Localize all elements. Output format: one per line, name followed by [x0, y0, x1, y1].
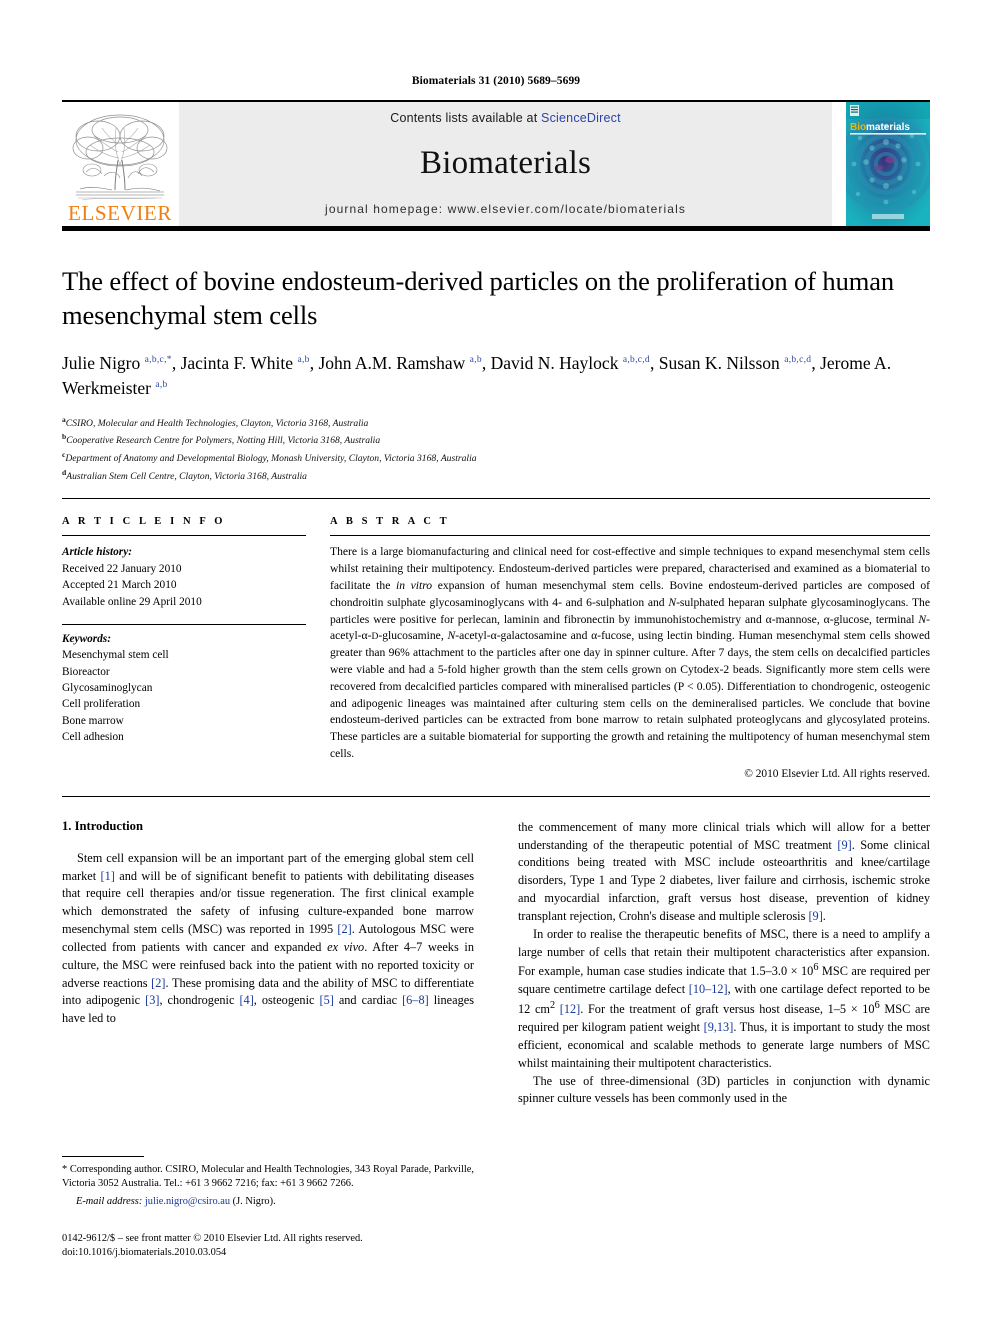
citation-ref[interactable]: [2]	[151, 976, 165, 990]
citation-ref[interactable]: [9,13]	[704, 1020, 734, 1034]
affiliation-text: CSIRO, Molecular and Health Technologies…	[65, 417, 369, 429]
affiliation-text: Cooperative Research Centre for Polymers…	[66, 435, 381, 447]
article-history-label: Article history:	[62, 546, 132, 559]
divider	[62, 623, 306, 625]
citation-ref[interactable]: [1]	[101, 869, 115, 883]
citation-ref[interactable]: [3]	[145, 993, 159, 1007]
keyword-list: Mesenchymal stem cell Bioreactor Glycosami…	[62, 647, 306, 745]
keyword-item: Cell adhesion	[62, 731, 124, 744]
author-affiliation-marks: a,b,c,d	[784, 354, 812, 365]
journal-homepage-link[interactable]: journal homepage: www.elsevier.com/locat…	[325, 202, 686, 216]
author-affiliation-marks: a,b	[297, 354, 310, 365]
divider	[62, 535, 306, 537]
abstract-column: A B S T R A C T There is a large biomanu…	[330, 516, 930, 780]
author-name: David N. Haylock	[490, 352, 623, 373]
affiliation-text: Australian Stem Cell Centre, Clayton, Vi…	[66, 470, 307, 482]
doi-line: doi:10.1016/j.biomaterials.2010.03.054	[62, 1247, 227, 1259]
author-affiliation-marks: a,b	[469, 354, 482, 365]
issn-copyright-block: 0142-9612/$ – see front matter © 2010 El…	[62, 1232, 474, 1261]
citation-ref[interactable]: [9]	[837, 838, 851, 852]
author-affiliation-marks: a,b,c,d	[622, 354, 650, 365]
citation-ref[interactable]: [4]	[239, 993, 253, 1007]
section-heading-introduction: 1. Introduction	[62, 818, 143, 833]
affiliation-item: aCSIRO, Molecular and Health Technologie…	[62, 414, 930, 432]
author-name: John A.M. Ramshaw	[318, 352, 470, 373]
keyword-item: Bone marrow	[62, 714, 124, 727]
journal-cover-thumbnail: Bio materials	[846, 102, 930, 226]
citation-ref[interactable]: [2]	[337, 922, 351, 936]
affiliation-text: Department of Anatomy and Developmental …	[65, 453, 477, 465]
svg-text:materials: materials	[866, 122, 910, 133]
article-history-lines: Received 22 January 2010 Accepted 21 Marc…	[62, 561, 306, 610]
footnote-area: * Corresponding author. CSIRO, Molecular…	[62, 1155, 474, 1261]
affiliation-list: aCSIRO, Molecular and Health Technologie…	[62, 414, 930, 485]
svg-text:Bio: Bio	[850, 122, 866, 133]
contents-available-line: Contents lists available at ScienceDirec…	[390, 111, 621, 125]
contents-prefix-text: Contents lists available at	[390, 111, 542, 125]
article-info-heading: A R T I C L E I N F O	[62, 516, 226, 528]
article-info-column: A R T I C L E I N F O Article history: R…	[62, 516, 330, 779]
affiliation-item: dAustralian Stem Cell Centre, Clayton, V…	[62, 467, 930, 485]
masthead-bottom-rule	[62, 226, 930, 231]
author-name: Jacinta F. White	[180, 352, 298, 373]
email-owner: (J. Nigro).	[232, 1196, 276, 1208]
article-page: Biomaterials 31 (2010) 5689–5699 ELSEVIE…	[0, 0, 992, 1323]
citation-ref[interactable]: [6–8]	[402, 993, 429, 1007]
title-block: The effect of bovine endosteum-derived p…	[62, 265, 930, 484]
abstract-heading: A B S T R A C T	[330, 516, 450, 528]
divider	[330, 535, 930, 537]
keywords-label: Keywords:	[62, 632, 111, 645]
author-list: Julie Nigro a,b,c,*, Jacinta F. White a,…	[62, 352, 892, 398]
email-note: E-mail address: julie.nigro@csiro.au (J.…	[62, 1195, 474, 1210]
paragraph: Stem cell expansion will be an important…	[62, 850, 475, 1026]
affiliation-item: cDepartment of Anatomy and Developmental…	[62, 449, 930, 467]
author-name: Julie Nigro	[62, 352, 145, 373]
elsevier-wordmark: ELSEVIER	[68, 201, 172, 225]
author-affiliation-marks: a,b	[155, 379, 168, 390]
elsevier-logo: ELSEVIER	[62, 102, 178, 226]
page-title: The effect of bovine endosteum-derived p…	[62, 266, 895, 330]
keyword-item: Cell proliferation	[62, 698, 141, 711]
sciencedirect-link[interactable]: ScienceDirect	[541, 111, 621, 125]
footnote-divider	[62, 1155, 144, 1157]
citation-ref[interactable]: [9]	[808, 909, 822, 923]
paragraph: In order to realise the therapeutic bene…	[518, 926, 930, 1070]
keyword-item: Mesenchymal stem cell	[62, 649, 169, 662]
corresponding-author-note: * Corresponding author. CSIRO, Molecular…	[62, 1163, 474, 1190]
masthead-center-panel: Contents lists available at ScienceDirec…	[179, 102, 832, 226]
info-abstract-region: A R T I C L E I N F O Article history: R…	[62, 499, 930, 780]
citation-ref[interactable]: [5]	[319, 993, 333, 1007]
abstract-text: There is a large biomanufacturing and cl…	[330, 545, 930, 760]
journal-masthead: ELSEVIER Contents lists available at Sci…	[62, 100, 930, 226]
article-history-item: Received 22 January 2010	[62, 562, 182, 575]
email-link[interactable]: julie.nigro@csiro.au	[145, 1196, 230, 1207]
email-label: E-mail address:	[76, 1196, 143, 1208]
keyword-item: Glycosaminoglycan	[62, 682, 153, 694]
article-history-item: Accepted 21 March 2010	[62, 579, 177, 592]
running-head: Biomaterials 31 (2010) 5689–5699	[411, 75, 581, 87]
body-column-right: the commencement of many more clinical t…	[496, 819, 930, 1219]
author-affiliation-marks: a,b,c,*	[144, 354, 172, 365]
author-name: Susan K. Nilsson	[658, 352, 785, 373]
keyword-item: Bioreactor	[62, 665, 110, 678]
citation-ref[interactable]: [10–12]	[689, 982, 728, 996]
paragraph: the commencement of many more clinical t…	[518, 819, 931, 923]
paragraph: The use of three-dimensional (3D) partic…	[518, 1073, 930, 1106]
issn-line: 0142-9612/$ – see front matter © 2010 El…	[62, 1232, 363, 1244]
journal-title: Biomaterials	[419, 145, 592, 181]
affiliation-item: bCooperative Research Centre for Polymer…	[62, 431, 930, 449]
article-history-item: Available online 29 April 2010	[62, 595, 202, 608]
elsevier-tree-icon	[68, 110, 172, 202]
abstract-copyright: © 2010 Elsevier Ltd. All rights reserved…	[744, 767, 930, 780]
citation-ref[interactable]: [12]	[560, 1002, 581, 1016]
